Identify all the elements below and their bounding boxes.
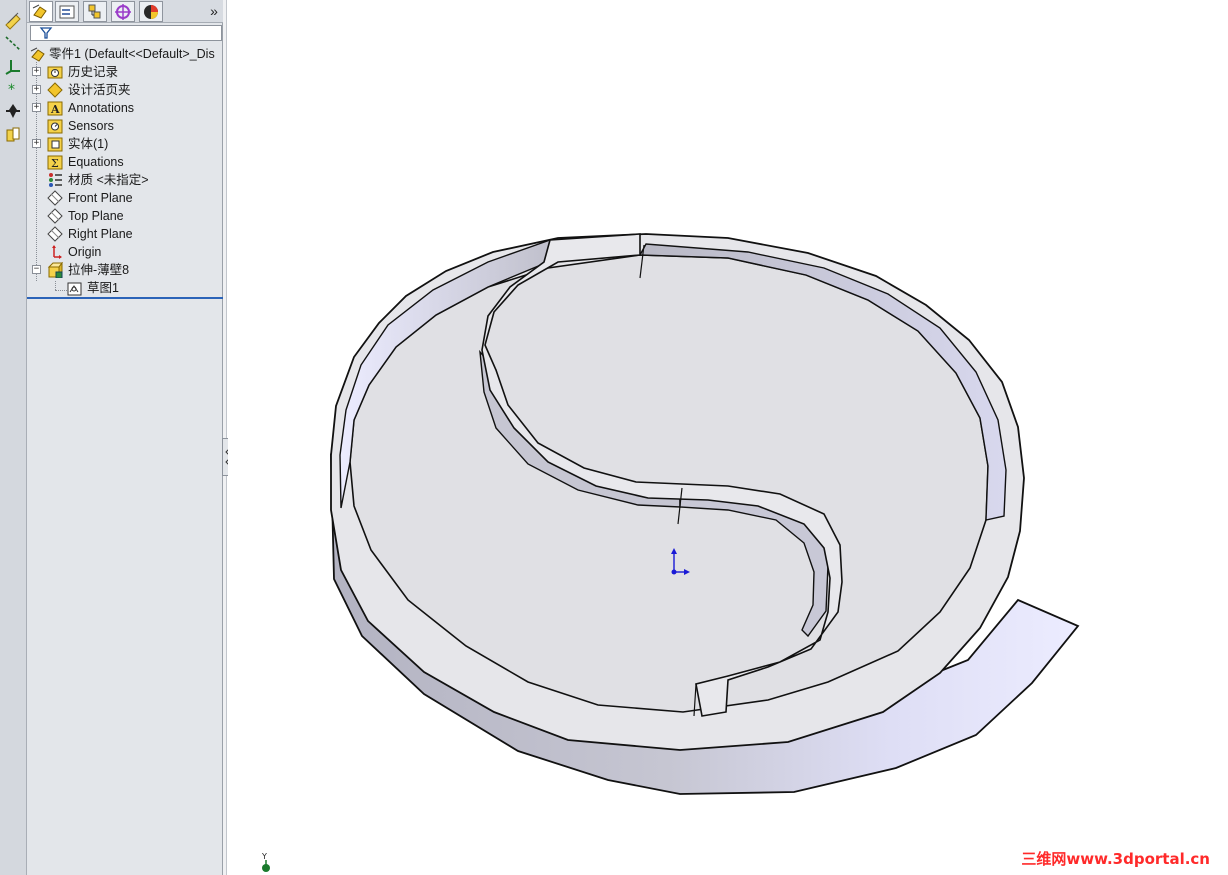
graphics-viewport[interactable]: Y 三维网www.3dportal.cn: [228, 0, 1228, 875]
tree-filter-input[interactable]: [30, 25, 222, 41]
tree-item-label: 实体(1): [68, 137, 109, 151]
view-triad-icon: [262, 860, 270, 872]
expand-toggle[interactable]: +: [32, 103, 41, 112]
command-toolbar: *: [0, 0, 27, 875]
tree-item-label: Top Plane: [68, 209, 124, 223]
plane-icon: [47, 190, 63, 206]
tree-item-label: Origin: [68, 245, 102, 259]
tab-display-manager[interactable]: [139, 1, 163, 22]
extrude-thin-icon: [47, 262, 63, 278]
instant3d-icon[interactable]: [3, 125, 23, 145]
plane-icon: [47, 208, 63, 224]
tree-item-label: Right Plane: [68, 227, 133, 241]
dimxpert-manager-icon: [115, 4, 131, 20]
tree-item-sensors[interactable]: Sensors: [27, 117, 223, 135]
sensors-icon: [47, 119, 63, 134]
tree-item-label: 材质 <未指定>: [68, 173, 149, 187]
tab-feature-manager[interactable]: [29, 1, 53, 22]
history-folder-icon: [47, 66, 63, 79]
tree-item-history[interactable]: + 历史记录: [27, 63, 223, 81]
tree-root-part[interactable]: 零件1 (Default<<Default>_Dis: [27, 45, 223, 63]
tree-item-annotations[interactable]: + A Annotations: [27, 99, 223, 117]
collapse-toggle[interactable]: −: [32, 265, 41, 274]
material-icon: [49, 173, 62, 187]
tree-item-top-plane[interactable]: Top Plane: [27, 207, 223, 225]
tree-item-label: 设计活页夹: [68, 83, 131, 97]
reference-axes-icon[interactable]: [3, 56, 23, 76]
tab-dimxpert-manager[interactable]: [111, 1, 135, 22]
yin-yang-shell-model[interactable]: [330, 233, 1080, 795]
expand-toggle[interactable]: +: [32, 85, 41, 94]
smart-dimension-icon[interactable]: [3, 10, 23, 30]
solid-bodies-icon: [47, 137, 63, 152]
tree-item-label: Sensors: [68, 119, 114, 133]
move-entities-icon[interactable]: [3, 101, 23, 121]
tree-item-label: 拉伸-薄壁8: [68, 263, 130, 277]
tree-item-design-binder[interactable]: + 设计活页夹: [27, 81, 223, 99]
display-manager-icon: [144, 5, 158, 19]
tree-root-label: 零件1 (Default<<Default>_Dis: [49, 47, 215, 61]
model-view[interactable]: [228, 0, 1228, 875]
tree-item-front-plane[interactable]: Front Plane: [27, 189, 223, 207]
expand-toggle[interactable]: +: [32, 139, 41, 148]
svg-text:A: A: [50, 103, 60, 116]
tree-item-material[interactable]: 材质 <未指定>: [27, 171, 223, 189]
tree-item-extrude-thin[interactable]: − 拉伸-薄壁8: [27, 261, 223, 279]
sketch-icon: [67, 282, 82, 296]
part-icon: [30, 47, 45, 62]
sketch-line-icon[interactable]: [3, 33, 23, 53]
tree-item-label: 历史记录: [68, 65, 119, 79]
configuration-manager-icon: [88, 4, 101, 19]
expand-toggle[interactable]: +: [32, 67, 41, 76]
tab-property-manager[interactable]: [55, 1, 79, 22]
tree-item-label: Front Plane: [68, 191, 133, 205]
tree-item-sketch[interactable]: 草图1: [27, 279, 223, 297]
svg-text:Σ: Σ: [51, 157, 59, 170]
panel-tab-strip: »: [27, 0, 223, 23]
design-binder-icon: [47, 82, 63, 98]
rollback-bar[interactable]: [27, 297, 223, 299]
tree-item-equations[interactable]: Σ Equations: [27, 153, 223, 171]
triad-axis-label: Y: [262, 852, 267, 861]
equations-icon: Σ: [47, 155, 63, 170]
feature-manager-icon: [32, 4, 47, 19]
svg-text:*: *: [8, 82, 15, 98]
annotations-icon: A: [47, 101, 63, 116]
property-manager-icon: [59, 5, 75, 19]
tree-item-solid-bodies[interactable]: + 实体(1): [27, 135, 223, 153]
site-watermark: 三维网www.3dportal.cn: [1021, 850, 1210, 868]
filter-icon: [39, 27, 53, 39]
tabs-more-button[interactable]: »: [207, 2, 221, 20]
tree-item-label: 草图1: [87, 281, 119, 295]
feature-manager-panel: » 零件1 (Default<<Default>_Dis + 历史记录 + 设计…: [27, 0, 223, 875]
plane-icon: [47, 226, 63, 242]
origin-icon: [52, 245, 62, 259]
tab-configuration-manager[interactable]: [83, 1, 107, 22]
tree-item-origin[interactable]: Origin: [27, 243, 223, 261]
tree-item-right-plane[interactable]: Right Plane: [27, 225, 223, 243]
tree-item-label: Equations: [68, 155, 124, 169]
sketch-point-icon[interactable]: *: [3, 79, 23, 99]
tree-item-label: Annotations: [68, 101, 135, 115]
